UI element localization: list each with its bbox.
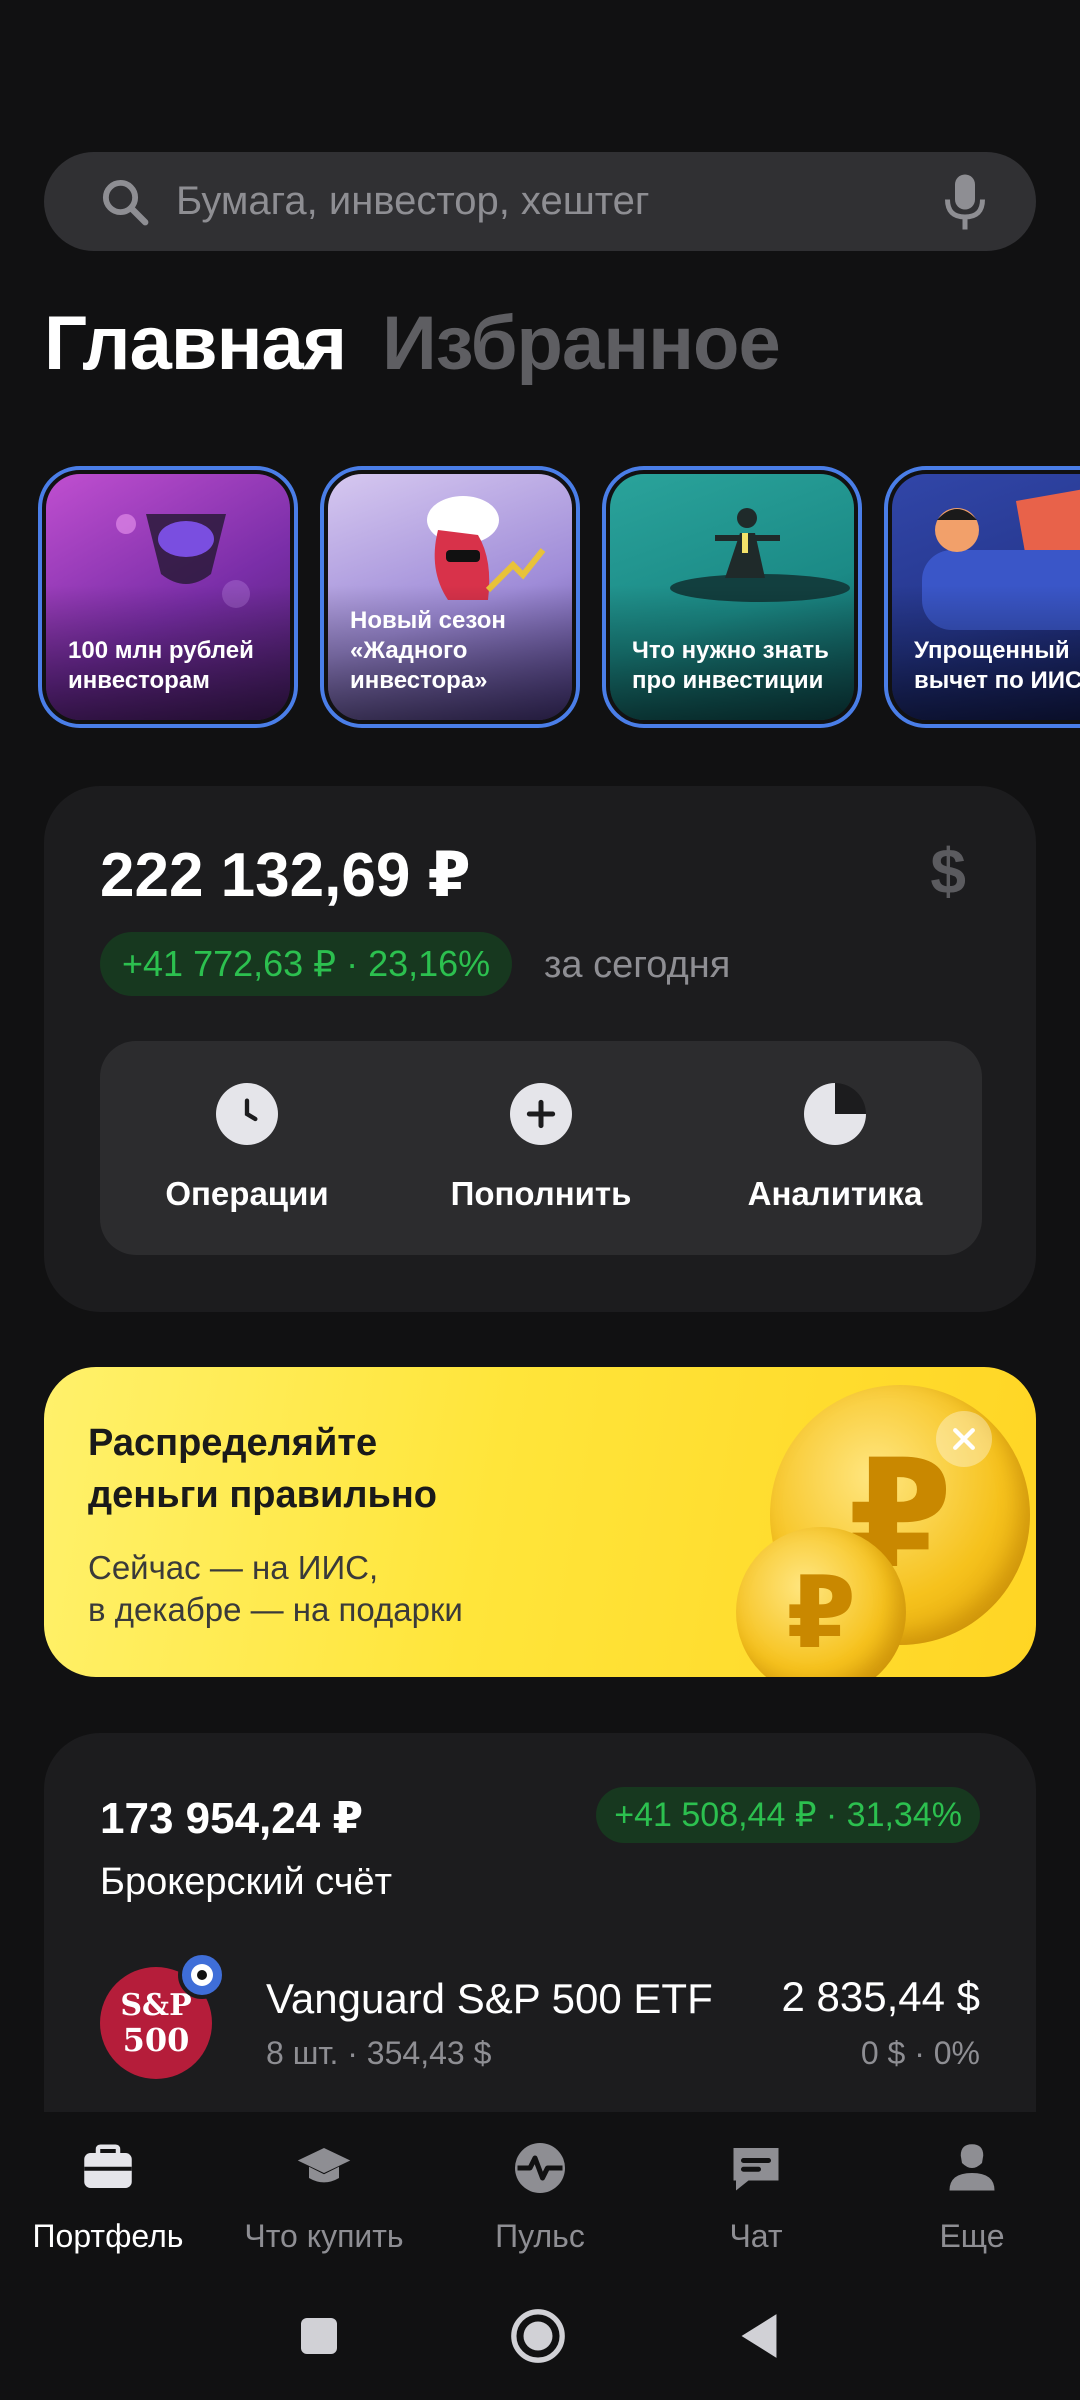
- nav-pulse[interactable]: Пульс: [432, 2112, 648, 2272]
- clock-icon: [216, 1083, 278, 1145]
- pulse-icon: [515, 2143, 565, 2193]
- story-label: 100 млн рублей инвесторам: [68, 637, 254, 694]
- pie-chart-icon: [804, 1083, 866, 1145]
- analytics-label: Аналитика: [747, 1175, 923, 1212]
- story-label: Упрощенный вычет по ИИС: [914, 637, 1080, 694]
- logo-text: 500: [122, 2021, 190, 2059]
- operations-button[interactable]: Операции: [100, 1041, 394, 1255]
- analytics-button[interactable]: Аналитика: [688, 1041, 982, 1255]
- tab-main[interactable]: Главная: [44, 300, 347, 387]
- nav-portfolio[interactable]: Портфель: [0, 2112, 216, 2272]
- briefcase-icon: [84, 2144, 132, 2188]
- position-name[interactable]: Vanguard S&P 500 ETF: [266, 1975, 713, 2023]
- position-quantity: 8 шт. · 354,43 $: [266, 2035, 492, 2071]
- story-image: Новый сезон «Жадного инвестора»: [328, 474, 572, 720]
- graduation-cap-icon: [297, 2148, 351, 2183]
- story-card[interactable]: Новый сезон «Жадного инвестора»: [320, 466, 580, 728]
- nav-label: Еще: [939, 2218, 1005, 2254]
- nav-label: Что купить: [244, 2218, 404, 2254]
- story-card[interactable]: 100 млн рублей инвесторам: [38, 466, 298, 728]
- position-change: 0 $ · 0%: [860, 2035, 980, 2071]
- profile-icon: [949, 2144, 995, 2191]
- home-icon[interactable]: [509, 2307, 567, 2365]
- promo-subtitle: Сейчас — на ИИС, в декабре — на подарки: [88, 1549, 463, 1628]
- close-icon[interactable]: [936, 1411, 992, 1467]
- promo-title: Распределяйте деньги правильно: [88, 1422, 437, 1516]
- currency-toggle-button[interactable]: $: [930, 834, 966, 908]
- promo-banner[interactable]: Распределяйте деньги правильно Сейчас — …: [44, 1367, 1036, 1677]
- portfolio-total-value: 222 132,69 ₽: [100, 841, 471, 910]
- stories-carousel: 100 млн рублей инвесторам Новый сезон «Ж…: [38, 466, 1080, 728]
- microphone-icon[interactable]: [940, 172, 990, 232]
- search-icon: [102, 179, 149, 225]
- nav-label: Чат: [729, 2218, 783, 2254]
- search-bar[interactable]: [44, 152, 1036, 251]
- account-name: Брокерский счёт: [100, 1861, 393, 1903]
- plus-icon: [510, 1083, 572, 1145]
- portfolio-summary-card[interactable]: 222 132,69 ₽ $ +41 772,63 ₽ · 23,16% за …: [44, 786, 1036, 1312]
- operations-label: Операции: [165, 1175, 329, 1212]
- search-input[interactable]: [176, 179, 940, 224]
- nav-what-to-buy[interactable]: Что купить: [216, 2112, 432, 2272]
- brokerage-account-card[interactable]: 173 954,24 ₽ +41 508,44 ₽ · 31,34% Броке…: [44, 1733, 1036, 2113]
- story-image: Что нужно знать про инвестиции: [610, 474, 854, 720]
- nav-label: Портфель: [32, 2218, 184, 2254]
- nav-more[interactable]: Еще: [864, 2112, 1080, 2272]
- story-card[interactable]: Упрощенный вычет по ИИС: [884, 466, 1080, 728]
- bottom-navigation: Портфель Что купить Пульс Чат Еще: [0, 2112, 1080, 2272]
- provider-badge-icon: [178, 1951, 226, 1999]
- story-image: 100 млн рублей инвесторам: [46, 474, 290, 720]
- daily-gain-badge: +41 772,63 ₽ · 23,16%: [100, 932, 513, 996]
- recent-apps-icon[interactable]: [299, 2316, 339, 2356]
- system-navigation-bar: [0, 2272, 1080, 2400]
- top-up-label: Пополнить: [450, 1175, 632, 1212]
- nav-chat[interactable]: Чат: [648, 2112, 864, 2272]
- chat-icon: [733, 2148, 779, 2191]
- tab-favorites[interactable]: Избранное: [382, 300, 781, 387]
- position-value: 2 835,44 $: [781, 1973, 980, 2020]
- account-total-value: 173 954,24 ₽: [100, 1794, 364, 1843]
- back-icon[interactable]: [737, 2312, 781, 2360]
- gain-period-label: за сегодня: [544, 944, 731, 986]
- story-card[interactable]: Что нужно знать про инвестиции: [602, 466, 862, 728]
- account-gain-badge: +41 508,44 ₽ · 31,34%: [596, 1787, 980, 1843]
- story-label: Новый сезон «Жадного инвестора»: [350, 607, 506, 694]
- story-image: Упрощенный вычет по ИИС: [892, 474, 1080, 720]
- story-label: Что нужно знать про инвестиции: [632, 637, 829, 694]
- top-up-button[interactable]: Пополнить: [394, 1041, 688, 1255]
- logo-text: S&P: [120, 1988, 192, 2023]
- nav-label: Пульс: [495, 2218, 585, 2254]
- main-tabs: Главная Избранное: [44, 300, 781, 387]
- portfolio-actions: Операции Пополнить Аналитика: [100, 1041, 982, 1255]
